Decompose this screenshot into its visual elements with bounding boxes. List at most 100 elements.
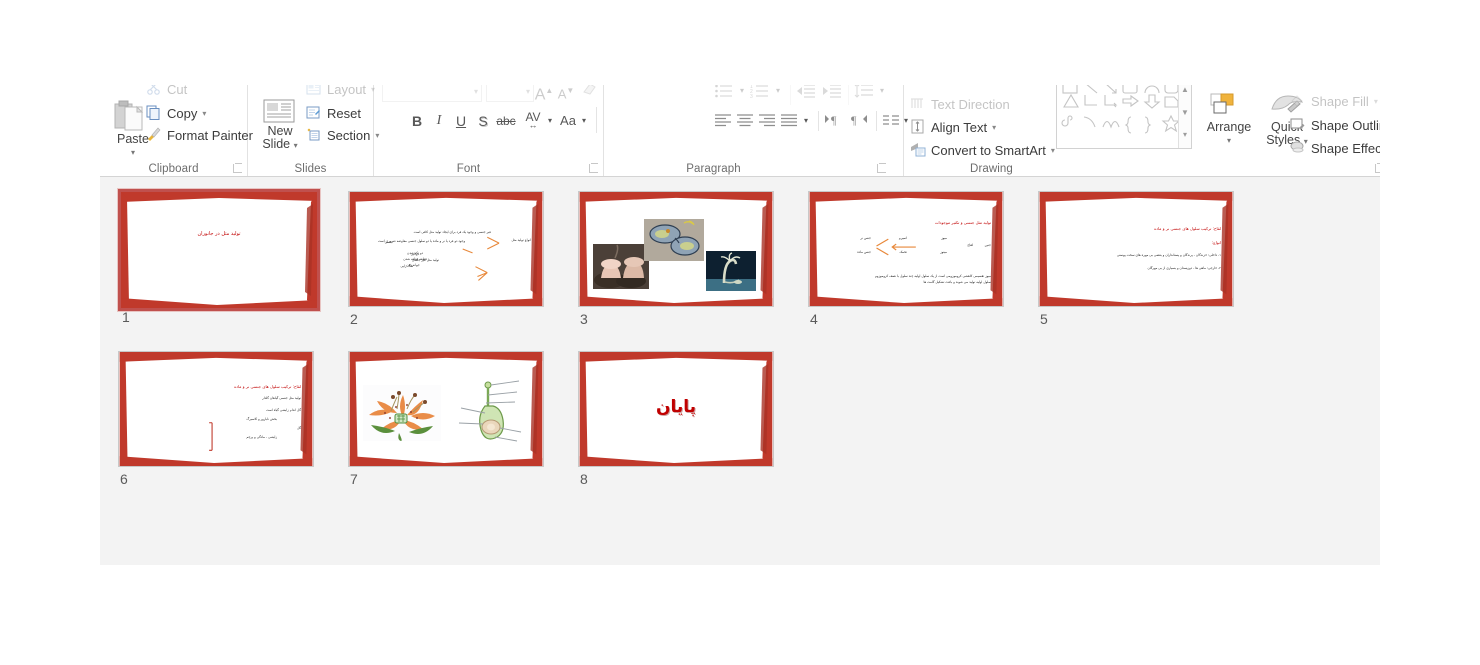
slide-surface-4[interactable]: تولید مثل جنسی و تکثیر موجودات جنس نر اس… xyxy=(808,191,1004,307)
bullets-button[interactable] xyxy=(714,85,734,104)
shape-outline-icon xyxy=(1290,117,1307,134)
align-text-icon xyxy=(910,119,927,136)
line-spacing-button[interactable] xyxy=(854,85,874,104)
font-name-combobox[interactable]: ▾ xyxy=(382,85,482,102)
eraser-icon xyxy=(582,85,598,99)
slide-5-item-1: ۱- داخلی: خزندگان - پرندگان و پستانداران… xyxy=(1116,253,1221,257)
bold-button[interactable]: B xyxy=(408,111,426,131)
shapes-scroll-up[interactable]: ▲ xyxy=(1179,85,1191,103)
font-size-combobox[interactable]: ▾ xyxy=(486,85,534,102)
slide-surface-8[interactable]: پایان xyxy=(578,351,774,467)
format-painter-label: Format Painter xyxy=(167,128,253,143)
grow-font-button[interactable]: A▲ xyxy=(534,85,554,103)
shape-fill-caret[interactable]: ▾ xyxy=(1374,97,1378,106)
slide-surface-7[interactable] xyxy=(348,351,544,467)
shape-fill-icon xyxy=(1290,93,1307,110)
arrange-dropdown-caret[interactable]: ▾ xyxy=(1200,134,1258,147)
slide-4-esperm: اسپرم xyxy=(898,236,907,240)
slide-thumbnail-6[interactable]: لقاح: ترکیب سلول های جنسی نر و ماده تولی… xyxy=(118,351,316,491)
align-center-button[interactable] xyxy=(736,113,754,132)
paragraph-sep-1 xyxy=(790,85,791,105)
copy-dropdown-caret[interactable]: ▾ xyxy=(202,109,206,118)
increase-indent-button[interactable] xyxy=(822,85,842,104)
numbering-caret[interactable]: ▾ xyxy=(772,85,784,101)
shape-outline-button[interactable]: Shape Outline ▾ xyxy=(1290,115,1380,136)
slide-thumbnail-8[interactable]: پایان 8 xyxy=(578,351,776,491)
change-case-caret[interactable]: ▾ xyxy=(578,111,590,131)
slide-thumbnail-2[interactable]: غیر جنسی و وجود یک فرد برای ایجاد تولید … xyxy=(348,191,546,331)
arrange-label: Arrange xyxy=(1206,120,1252,134)
slide-surface-2[interactable]: غیر جنسی و وجود یک فرد برای ایجاد تولید … xyxy=(348,191,544,307)
slide-number-4: 4 xyxy=(810,311,818,327)
slide-surface-5[interactable]: لقاح: ترکیب سلول های جنسی نر و ماده انوا… xyxy=(1038,191,1234,307)
layout-button[interactable]: Layout ▾ xyxy=(306,85,375,100)
cut-button[interactable]: Cut xyxy=(146,85,187,100)
slide-number-6: 6 xyxy=(120,471,128,487)
svg-text:¶: ¶ xyxy=(831,113,837,127)
slide-thumbnail-7[interactable]: 7 xyxy=(348,351,546,491)
clipboard-dialog-launcher[interactable] xyxy=(233,163,243,173)
reset-button[interactable]: Reset xyxy=(306,103,361,124)
strikethrough-button[interactable]: abc xyxy=(494,111,518,131)
section-icon xyxy=(306,127,323,144)
slide-text-4: تولید مثل جنسی و تکثیر موجودات جنس نر اس… xyxy=(819,220,991,297)
slide-thumbnail-4[interactable]: تولید مثل جنسی و تکثیر موجودات جنس نر اس… xyxy=(808,191,1006,331)
slide-surface-3[interactable] xyxy=(578,191,774,307)
justify-caret[interactable]: ▾ xyxy=(800,111,812,131)
slide-6-line-2: تولید مثل جنسی گیاهان گلدار xyxy=(262,396,301,400)
format-painter-button[interactable]: Format Painter xyxy=(146,125,253,146)
slide-6-line-3: گل اندام زایشی گیاه است xyxy=(266,407,301,412)
arrange-button[interactable]: Arrange ▾ xyxy=(1200,93,1258,147)
numbering-button[interactable]: 1 2 3 xyxy=(750,85,770,104)
character-spacing-caret[interactable]: ▾ xyxy=(544,111,556,131)
slide-1-line-1: تولید مثل در جانوران xyxy=(197,231,241,237)
shapes-scroll-down[interactable]: ▼ xyxy=(1179,103,1191,126)
slide-surface-6[interactable]: لقاح: ترکیب سلول های جنسی نر و ماده تولی… xyxy=(118,351,314,467)
slide-thumbnail-1[interactable]: تولید مثل در جانوران 1 xyxy=(117,188,321,329)
shrink-font-button[interactable]: A▼ xyxy=(556,85,576,101)
bullets-caret[interactable]: ▾ xyxy=(736,85,748,101)
slide-text-6: لقاح: ترکیب سلول های جنسی نر و ماده تولی… xyxy=(129,384,301,457)
rtl-direction-button[interactable]: ¶ xyxy=(850,112,870,132)
font-name-caret[interactable]: ▾ xyxy=(474,87,478,96)
line-spacing-caret[interactable]: ▾ xyxy=(876,85,888,101)
slide-surface-1[interactable]: تولید مثل در جانوران xyxy=(117,188,321,312)
new-slide-label-2: Slide ▾ xyxy=(262,137,298,151)
shape-effects-button[interactable]: Shape Effects ▾ xyxy=(1290,138,1380,159)
slide-text-8: پایان xyxy=(588,359,764,457)
slide-thumbnail-5[interactable]: لقاح: ترکیب سلول های جنسی نر و ماده انوا… xyxy=(1038,191,1236,331)
ltr-direction-button[interactable]: ¶ xyxy=(824,112,844,132)
new-slide-dropdown-caret[interactable]: ▾ xyxy=(294,141,298,150)
shapes-gallery-more[interactable]: ▾ xyxy=(1179,125,1191,148)
section-label: Section xyxy=(327,128,371,143)
shapes-gallery[interactable]: ▲ ▼ ▾ xyxy=(1056,85,1192,149)
cut-label: Cut xyxy=(167,85,188,97)
slide-thumbnail-3[interactable]: 3 xyxy=(578,191,776,331)
text-shadow-button[interactable]: S xyxy=(474,111,492,131)
columns-button[interactable] xyxy=(882,113,900,132)
copy-button[interactable]: Copy ▾ xyxy=(146,103,206,124)
character-spacing-button[interactable]: AV ↔ xyxy=(520,107,546,130)
shapes-gallery-scrollbar[interactable]: ▲ ▼ ▾ xyxy=(1178,85,1191,148)
italic-button[interactable]: I xyxy=(430,111,448,131)
clear-formatting-button[interactable] xyxy=(580,85,600,101)
slide-sorter-pane[interactable]: تولید مثل در جانوران 1 غیر جنسی و وجود ی… xyxy=(100,177,1380,565)
slide-4-title: تولید مثل جنسی و تکثیر موجودات xyxy=(934,220,991,225)
change-case-button[interactable]: Aa xyxy=(556,111,580,131)
align-left-button[interactable] xyxy=(714,113,732,132)
align-right-button[interactable] xyxy=(758,113,776,132)
underline-button[interactable]: U xyxy=(452,111,470,131)
justify-button[interactable] xyxy=(780,113,798,132)
section-button[interactable]: Section ▾ xyxy=(306,125,379,146)
new-slide-button[interactable]: New Slide ▾ xyxy=(254,99,306,152)
slide-6-branch-1: بخش نابارور و کاسبرگ xyxy=(246,417,277,421)
decrease-indent-button[interactable] xyxy=(796,85,816,104)
ribbon-group-clipboard: Paste ▾ Cut Copy ▾ Format Painter Clipbo… xyxy=(100,85,253,176)
arrange-icon xyxy=(1200,93,1258,121)
font-size-caret[interactable]: ▾ xyxy=(526,87,530,96)
shape-fill-button[interactable]: Shape Fill ▾ xyxy=(1290,91,1378,112)
slide-7-picture-pistil xyxy=(455,379,525,447)
paste-dropdown-caret[interactable]: ▾ xyxy=(106,146,160,159)
slide-5-item-2: ۲- خارجی: ماهی ها - دوزیستان و بسیاری از… xyxy=(1147,265,1221,270)
drawing-dialog-launcher[interactable] xyxy=(1375,163,1380,173)
